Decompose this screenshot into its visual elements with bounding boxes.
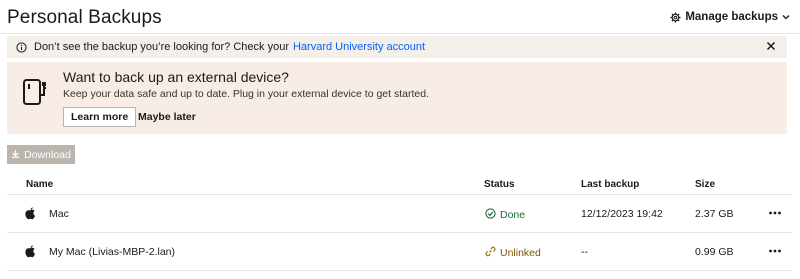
device-name[interactable]: Mac [49,208,69,220]
size-value: 0.99 GB [695,246,734,258]
status-text: Done [500,209,526,221]
apple-icon [25,245,36,261]
table-row[interactable]: My Mac (Livias-MBP-2.lan) Unlinked -- 0.… [7,234,792,271]
size-value: 2.37 GB [695,208,734,220]
device-name[interactable]: My Mac (Livias-MBP-2.lan) [49,246,175,258]
maybe-later-button[interactable]: Maybe later [132,107,202,127]
page-header: Personal Backups Manage backups [0,0,800,34]
download-icon [11,149,20,161]
column-header-status[interactable]: Status [484,179,515,190]
notice-text: Don’t see the backup you’re looking for?… [34,41,289,53]
status-badge: Unlinked [485,246,541,260]
column-header-name[interactable]: Name [26,179,53,190]
close-icon[interactable] [765,40,777,52]
promo-description: Keep your data safe and up to date. Plug… [63,88,429,100]
last-backup-value: 12/12/2023 19:42 [581,208,663,220]
check-circle-icon [485,208,496,222]
manage-backups-label: Manage backups [685,11,778,23]
gear-icon [670,11,681,23]
status-badge: Done [485,208,525,222]
account-notice-banner: Don’t see the backup you’re looking for?… [7,36,787,58]
apple-icon [25,207,36,223]
harvard-account-link[interactable]: Harvard University account [293,41,425,53]
external-drive-icon [21,78,51,113]
link-icon [485,246,496,260]
table-row[interactable]: Mac Done 12/12/2023 19:42 2.37 GB [7,196,792,233]
status-text: Unlinked [500,247,541,259]
info-icon [16,41,27,53]
more-horizontal-icon[interactable] [768,206,782,220]
download-button[interactable]: Download [7,145,75,164]
manage-backups-button[interactable]: Manage backups [670,11,790,23]
page-title: Personal Backups [7,7,162,28]
column-header-last-backup[interactable]: Last backup [581,179,639,190]
promo-title: Want to back up an external device? [63,69,289,85]
chevron-down-icon [782,13,790,21]
learn-more-button[interactable]: Learn more [63,107,137,127]
last-backup-value: -- [581,246,588,258]
table-header: Name Status Last backup Size [7,173,792,195]
download-label: Download [24,148,71,161]
column-header-size[interactable]: Size [695,179,715,190]
external-device-promo: Want to back up an external device? Keep… [7,62,787,134]
more-horizontal-icon[interactable] [768,244,782,258]
